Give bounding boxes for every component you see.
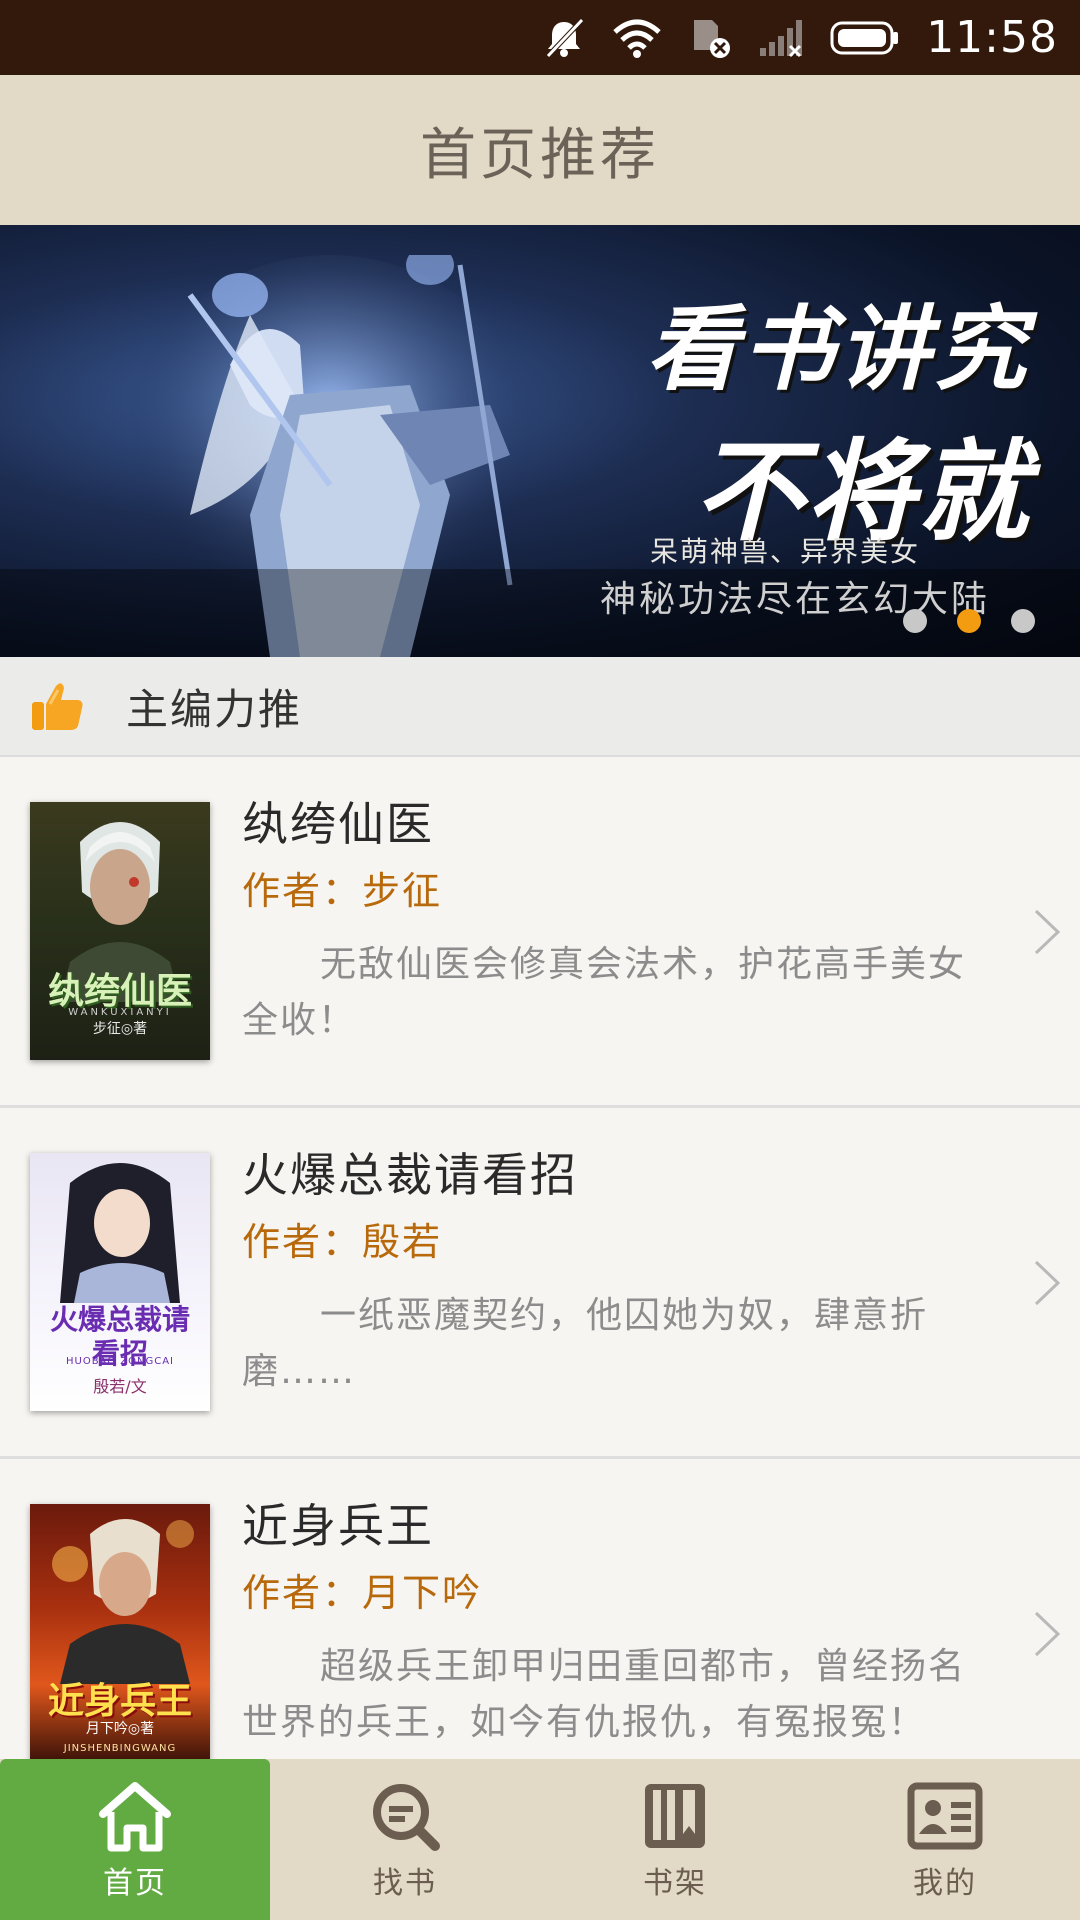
tab-home[interactable]: 首页: [0, 1759, 270, 1920]
book-title: 纨绔仙医: [242, 797, 434, 851]
bottom-nav: 首页 找书 书架 我的: [0, 1759, 1080, 1920]
book-cover: 近身兵王 JINSHENBINGWANG 月下吟◎著: [30, 1504, 210, 1759]
section-title: 主编力推: [126, 684, 303, 734]
chevron-right-icon: [1034, 1260, 1061, 1306]
book-cover: 纨绔仙医 WANKUXIANYI 步征◎著: [30, 802, 210, 1060]
banner-headline-1: 看书讲究: [645, 295, 1030, 403]
tab-home-label: 首页: [103, 1865, 167, 1901]
tab-find-books-label: 找书: [373, 1865, 437, 1901]
book-list-item[interactable]: 近身兵王 JINSHENBINGWANG 月下吟◎著 近身兵王 作者：月下吟 超…: [0, 1459, 1080, 1759]
book-list-item[interactable]: 纨绔仙医 WANKUXIANYI 步征◎著 纨绔仙医 作者：步征 无敌仙医会修真…: [0, 757, 1080, 1108]
banner-subtitle-1: 呆萌神兽、异界美女: [649, 535, 920, 568]
book-description: 一纸恶魔契约，他囚她为奴，肆意折磨……: [242, 1295, 929, 1393]
battery-icon: [830, 20, 900, 56]
cover-pinyin: HUOBAO ZONGCAI: [65, 1356, 174, 1367]
cover-author: 月下吟◎著: [85, 1721, 155, 1737]
promo-banner[interactable]: 看书讲究 不将就 呆萌神兽、异界美女 神秘功法尽在玄幻大陆: [0, 225, 1080, 657]
book-author: 作者：月下吟: [242, 1571, 483, 1616]
cover-author: 殷若/文: [93, 1377, 147, 1396]
search-icon: [373, 1783, 440, 1851]
book-description: 超级兵王卸甲归田重回都市，曾经扬名世界的兵王，如今有仇报仇，有冤报冤！: [242, 1646, 967, 1744]
cover-author: 步征◎著: [92, 1021, 148, 1037]
bookshelf-icon: [645, 1783, 705, 1848]
tab-profile[interactable]: 我的: [810, 1759, 1080, 1920]
title-bar: 首页推荐: [0, 75, 1080, 225]
tab-profile-label: 我的: [913, 1865, 977, 1901]
book-info: 近身兵王 作者：月下吟 超级兵王卸甲归田重回都市，曾经扬名世界的兵王，如今有仇报…: [242, 1499, 1002, 1751]
book-author: 作者：殷若: [242, 1220, 443, 1265]
book-title: 火爆总裁请看招: [242, 1148, 578, 1202]
book-author: 作者：步征: [242, 869, 443, 914]
book-list: 纨绔仙医 WANKUXIANYI 步征◎著 纨绔仙医 作者：步征 无敌仙医会修真…: [0, 757, 1080, 1759]
status-bar: 11:58: [0, 0, 1080, 75]
section-header: 主编力推: [0, 657, 1080, 757]
signal-icon: [758, 18, 804, 58]
tab-bookshelf[interactable]: 书架: [540, 1759, 810, 1920]
tab-bookshelf-label: 书架: [643, 1865, 707, 1901]
banner-headline: 看书讲究 不将就: [646, 275, 1030, 562]
book-description: 无敌仙医会修真会法术，护花高手美女全收！: [242, 944, 967, 1042]
notifications-muted-icon: [542, 16, 586, 60]
book-info: 火爆总裁请看招 作者：殷若 一纸恶魔契约，他囚她为奴，肆意折磨……: [242, 1148, 1002, 1400]
sim-error-icon: [688, 16, 732, 60]
book-title: 近身兵王: [242, 1499, 434, 1553]
banner-dot-3[interactable]: [1011, 609, 1035, 633]
tab-find-books[interactable]: 找书: [270, 1759, 540, 1920]
profile-card-icon: [907, 1782, 983, 1849]
home-icon: [99, 1781, 171, 1851]
chevron-right-icon: [1034, 909, 1061, 955]
book-cover: 火爆总裁请看招 HUOBAO ZONGCAI 殷若/文: [30, 1153, 210, 1411]
banner-pagination: [903, 609, 1035, 633]
status-time: 11:58: [926, 12, 1058, 63]
chevron-right-icon: [1034, 1611, 1061, 1657]
page-title: 首页推荐: [420, 122, 660, 188]
cover-pinyin: JINSHENBINGWANG: [63, 1743, 177, 1754]
banner-dot-2[interactable]: [957, 609, 981, 633]
book-info: 纨绔仙医 作者：步征 无敌仙医会修真会法术，护花高手美女全收！: [242, 797, 1002, 1049]
banner-dot-1[interactable]: [903, 609, 927, 633]
book-list-item[interactable]: 火爆总裁请看招 HUOBAO ZONGCAI 殷若/文 火爆总裁请看招 作者：殷…: [0, 1108, 1080, 1459]
wifi-icon: [612, 18, 662, 58]
cover-pinyin: WANKUXIANYI: [68, 1007, 172, 1018]
thumbs-up-icon: [32, 683, 83, 730]
cover-title: 近身兵王: [47, 1680, 192, 1722]
